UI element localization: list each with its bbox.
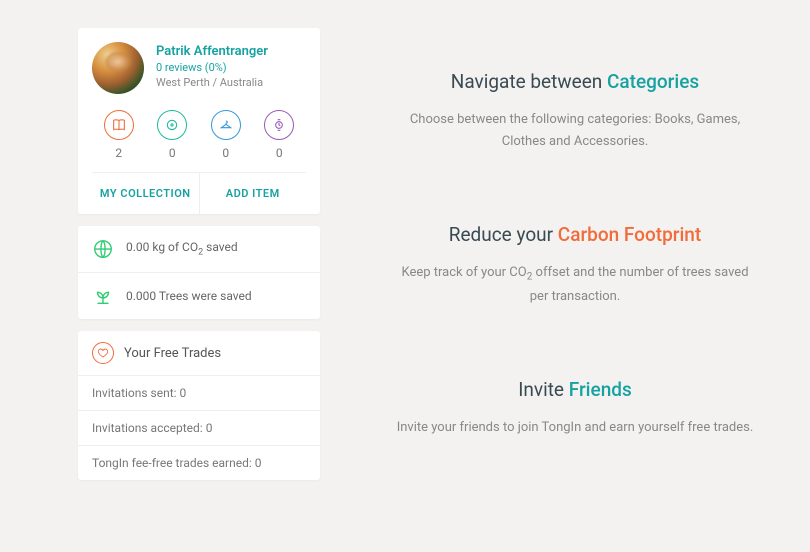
stat-games[interactable]: 0 <box>157 110 187 160</box>
invitations-sent-row: Invitations sent: 0 <box>78 376 320 411</box>
add-item-button[interactable]: ADD ITEM <box>200 173 307 214</box>
feature-categories: Navigate between Categories Choose betwe… <box>380 70 770 153</box>
profile-reviews-link[interactable]: 0 reviews (0%) <box>156 61 268 74</box>
plant-icon <box>92 285 114 307</box>
fee-free-trades-row: TongIn fee-free trades earned: 0 <box>78 446 320 480</box>
profile-card: Patrik Affentranger 0 reviews (0%) West … <box>78 28 320 214</box>
stat-accessories[interactable]: 0 <box>264 110 294 160</box>
profile-location: West Perth / Australia <box>156 76 268 89</box>
free-trades-card: Your Free Trades Invitations sent: 0 Inv… <box>78 331 320 480</box>
stat-clothes-value: 0 <box>211 146 241 160</box>
feature-friends-desc: Invite your friends to join TongIn and e… <box>395 417 755 439</box>
carbon-card: 0.00 kg of CO2 saved 0.000 Trees were sa… <box>78 226 320 319</box>
feature-categories-desc: Choose between the following categories:… <box>395 109 755 153</box>
invitations-accepted-row: Invitations accepted: 0 <box>78 411 320 446</box>
free-trades-title: Your Free Trades <box>124 346 221 361</box>
profile-name-link[interactable]: Patrik Affentranger <box>156 44 268 59</box>
feature-carbon-title: Reduce your Carbon Footprint <box>380 223 770 246</box>
watch-icon <box>264 110 294 140</box>
gamepad-icon <box>157 110 187 140</box>
stat-games-value: 0 <box>157 146 187 160</box>
stat-books[interactable]: 2 <box>104 110 134 160</box>
stats-row: 2 0 0 0 <box>92 110 306 173</box>
feature-friends-title: Invite Friends <box>380 378 770 401</box>
stat-clothes[interactable]: 0 <box>211 110 241 160</box>
feature-friends: Invite Friends Invite your friends to jo… <box>380 378 770 439</box>
stat-books-value: 2 <box>104 146 134 160</box>
stat-accessories-value: 0 <box>264 146 294 160</box>
heart-icon <box>92 342 114 364</box>
globe-icon <box>92 238 114 260</box>
feature-carbon: Reduce your Carbon Footprint Keep track … <box>380 223 770 308</box>
my-collection-button[interactable]: MY COLLECTION <box>92 173 200 214</box>
trees-saved-text: 0.000 Trees were saved <box>126 289 252 303</box>
feature-categories-title: Navigate between Categories <box>380 70 770 93</box>
feature-carbon-desc: Keep track of your CO2 offset and the nu… <box>395 262 755 308</box>
book-icon <box>104 110 134 140</box>
avatar[interactable] <box>92 42 144 94</box>
co2-saved-text: 0.00 kg of CO2 saved <box>126 240 238 257</box>
hanger-icon <box>211 110 241 140</box>
